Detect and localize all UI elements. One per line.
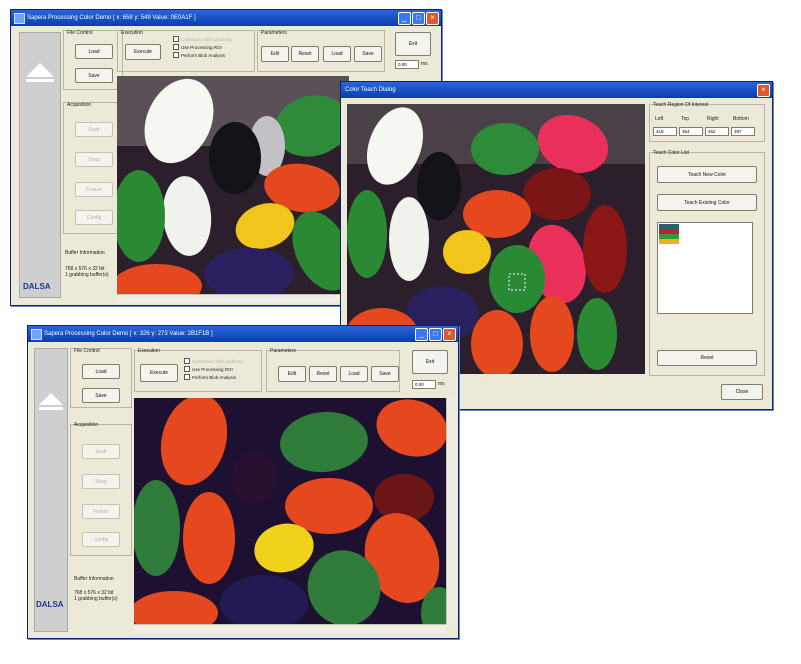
segmented-image-view[interactable] [134,398,446,624]
load-image-button[interactable]: Load [75,44,113,59]
buffer-count: 1 grabbing buffer(s) [65,272,109,278]
continuous-checkbox[interactable]: Continuous with grabbing [184,358,243,364]
dalsa-logo: DALSA [36,600,64,609]
app-icon [31,329,42,340]
segmented-jellybean-image [134,398,446,624]
window-title: Sapera Processing Color Demo [ x: 326 y:… [44,331,213,337]
grab-button[interactable]: Grab [82,444,120,459]
minimize-icon[interactable]: _ [415,328,428,341]
horizontal-scrollbar[interactable] [134,624,446,633]
buffer-info-title: Buffer Information [74,576,114,582]
continuous-checkbox[interactable]: Continuous with grabbing [173,36,232,42]
dialog-title-bar[interactable]: Color Teach Dialog × [341,82,772,98]
save-image-button[interactable]: Save [82,388,120,403]
blob-analysis-checkbox[interactable]: Perform Blob Analysis [184,374,236,380]
dalsa-logo: DALSA [23,282,51,291]
execute-button[interactable]: Execute [140,364,178,382]
color-list[interactable] [657,222,753,314]
file-control-label: File Control [67,30,93,36]
param-reset-button[interactable]: Reset [291,46,319,62]
side-panel: DALSA [19,32,61,298]
teach-existing-color-button[interactable]: Teach Existing Color [657,194,757,211]
execution-label: Execution [121,30,143,36]
parameters-label: Parameters [270,348,296,354]
file-control-label: File Control [74,348,100,354]
minimize-icon[interactable]: _ [398,12,411,25]
vertical-scrollbar[interactable] [446,398,455,624]
jellybean-image [117,76,349,294]
dialog-close-button[interactable]: Close [721,384,763,400]
reset-button[interactable]: Reset [657,350,757,366]
title-bar[interactable]: Sapera Processing Color Demo [ x: 326 y:… [28,326,458,342]
buffer-info-title: Buffer Information [65,250,105,256]
maximize-icon[interactable]: □ [429,328,442,341]
snap-button[interactable]: Snap [75,152,113,167]
blob-analysis-checkbox[interactable]: Perform Blob Analysis [173,52,225,58]
freeze-button[interactable]: Freeze [82,504,120,519]
roi-bottom-label: Bottom [733,116,749,122]
acquisition-label: Acquisition [67,102,92,108]
close-icon[interactable]: × [443,328,456,341]
roi-top-field[interactable]: 364 [679,127,703,136]
horizontal-scrollbar[interactable] [117,294,349,303]
processing-roi-checkbox[interactable]: Use Processing ROI [184,366,233,372]
param-save-button[interactable]: Save [371,366,399,382]
eject-icon [39,393,63,410]
load-image-button[interactable]: Load [82,364,120,379]
snap-button[interactable]: Snap [82,474,120,489]
original-image-view[interactable] [117,76,349,294]
teach-new-color-button[interactable]: Teach New Color [657,166,757,183]
config-button[interactable]: Config [82,532,120,547]
grab-button[interactable]: Grab [75,122,113,137]
param-load-button[interactable]: Load [340,366,368,382]
config-button[interactable]: Config [75,210,113,225]
save-image-button[interactable]: Save [75,68,113,83]
param-edit-button[interactable]: Edit [261,46,289,62]
time-unit: ms [438,381,445,387]
color-swatch[interactable] [659,239,679,244]
roi-bottom-field[interactable]: 397 [731,127,755,136]
execute-button[interactable]: Execute [125,44,161,60]
param-edit-button[interactable]: Edit [278,366,306,382]
app-icon [14,13,25,24]
close-icon[interactable]: × [426,12,439,25]
parameters-label: Parameters [261,30,287,36]
time-unit: ms [421,61,428,67]
param-load-button[interactable]: Load [323,46,351,62]
window-title: Sapera Processing Color Demo [ x: 658 y:… [27,15,196,21]
side-panel: DALSA [34,348,68,632]
param-save-button[interactable]: Save [354,46,382,62]
close-icon[interactable]: × [757,84,770,97]
dialog-title: Color Teach Dialog [345,87,396,93]
acquisition-label: Acquisition [74,422,99,428]
roi-left-label: Left [655,116,664,122]
freeze-button[interactable]: Freeze [75,182,113,197]
buffer-count: 1 grabbing buffer(s) [74,596,118,602]
teach-roi-group [649,104,765,142]
roi-right-field[interactable]: 452 [705,127,729,136]
maximize-icon[interactable]: □ [412,12,425,25]
teach-roi-label: Teach Region Of Interest [653,102,709,108]
exit-button[interactable]: Exit [412,350,448,374]
exit-button[interactable]: Exit [395,32,431,56]
roi-left-field[interactable]: 419 [653,127,677,136]
processing-roi-checkbox[interactable]: Use Processing ROI [173,44,222,50]
demo-window-segmented: Sapera Processing Color Demo [ x: 326 y:… [27,325,459,639]
roi-top-label: Top [681,116,690,122]
execution-label: Execution [138,348,160,354]
time-readout: 0.00 [395,60,419,69]
time-readout: 0.00 [412,380,436,389]
teach-color-list-label: Teach Color List [653,150,689,156]
eject-icon [26,63,54,82]
title-bar[interactable]: Sapera Processing Color Demo [ x: 658 y:… [11,10,441,26]
param-reset-button[interactable]: Reset [309,366,337,382]
roi-right-label: Right [707,116,719,122]
